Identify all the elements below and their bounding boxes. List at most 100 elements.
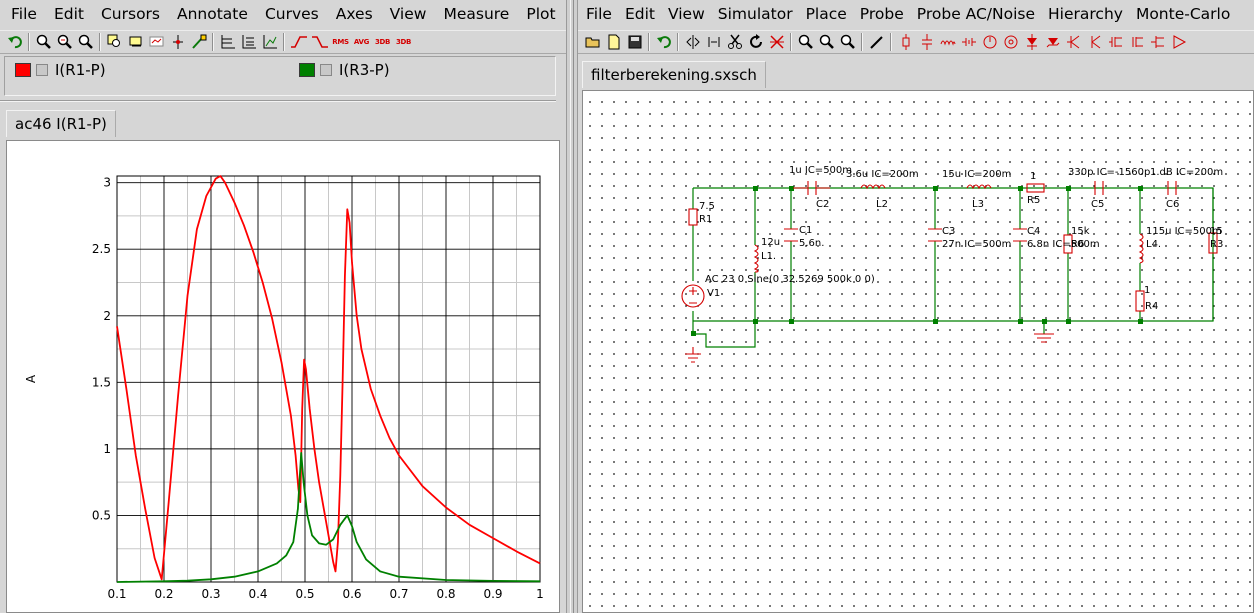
flip-icon[interactable] bbox=[703, 32, 724, 52]
rotate-icon[interactable] bbox=[745, 32, 766, 52]
menu-probe[interactable]: Probe bbox=[852, 0, 909, 28]
capacitor-c3[interactable] bbox=[928, 228, 942, 242]
menu-measure[interactable]: Measure bbox=[432, 0, 515, 28]
menu-hierarchy[interactable]: Hierarchy bbox=[1040, 0, 1128, 28]
place-dc-source-icon[interactable] bbox=[958, 32, 979, 52]
place-resistor-icon[interactable] bbox=[895, 32, 916, 52]
menu-file[interactable]: File bbox=[0, 0, 43, 28]
place-npn-icon[interactable] bbox=[1063, 32, 1084, 52]
component-labels: 7.5 R1 AC 23 0 Sine(0 32.5269 500k 0 0) … bbox=[699, 165, 1223, 312]
curve-visible-checkbox[interactable] bbox=[320, 64, 332, 76]
menu-simulator[interactable]: Simulator bbox=[710, 0, 798, 28]
menu-place[interactable]: Place bbox=[798, 0, 852, 28]
place-current-source-icon[interactable] bbox=[1000, 32, 1021, 52]
draw-wire-icon[interactable] bbox=[866, 32, 887, 52]
menu-probe-ac-noise[interactable]: Probe AC/Noise bbox=[909, 0, 1040, 28]
label-ref: R3 bbox=[1210, 239, 1223, 250]
tab-schematic[interactable]: filterberekening.sxsch bbox=[582, 61, 766, 88]
3db-high-button[interactable]: 3DB bbox=[393, 32, 414, 52]
label-ref: R4 bbox=[1145, 301, 1158, 312]
zoom-fit-icon[interactable] bbox=[837, 32, 858, 52]
place-ac-source-icon[interactable] bbox=[979, 32, 1000, 52]
place-nmos-icon[interactable] bbox=[1105, 32, 1126, 52]
mirror-icon[interactable] bbox=[682, 32, 703, 52]
inductor-l4[interactable] bbox=[1138, 233, 1144, 264]
editor-menubar: File Edit View Simulator Place Probe Pro… bbox=[578, 0, 1254, 28]
schematic-drawing: 7.5 R1 AC 23 0 Sine(0 32.5269 500k 0 0) … bbox=[681, 165, 1223, 363]
zoom-in-icon[interactable] bbox=[795, 32, 816, 52]
menu-edit[interactable]: Edit bbox=[43, 0, 90, 28]
place-zener-icon[interactable] bbox=[1042, 32, 1063, 52]
resistor-r4[interactable] bbox=[1135, 290, 1145, 312]
menu-view[interactable]: View bbox=[379, 0, 433, 28]
place-inductor-icon[interactable] bbox=[937, 32, 958, 52]
y-tick-label: 2.5 bbox=[92, 242, 111, 256]
delete-wire-icon[interactable] bbox=[766, 32, 787, 52]
pan-icon[interactable] bbox=[125, 32, 146, 52]
zoom-out-icon[interactable] bbox=[54, 32, 75, 52]
probe-icon[interactable] bbox=[188, 32, 209, 52]
legend-label: I(R3-P) bbox=[339, 61, 390, 79]
curve-visible-checkbox[interactable] bbox=[36, 64, 48, 76]
menu-monte-carlo[interactable]: Monte-Carlo bbox=[1128, 0, 1235, 28]
cursor-add-icon[interactable] bbox=[167, 32, 188, 52]
menu-edit[interactable]: Edit bbox=[617, 0, 660, 28]
axis-grid-icon[interactable] bbox=[217, 32, 238, 52]
3db-low-button[interactable]: 3DB bbox=[372, 32, 393, 52]
schematic-canvas[interactable]: 7.5 R1 AC 23 0 Sine(0 32.5269 500k 0 0) … bbox=[582, 90, 1254, 613]
menu-view[interactable]: View bbox=[660, 0, 710, 28]
x-tick-label: 0.8 bbox=[436, 587, 455, 601]
legend-divider[interactable] bbox=[0, 100, 556, 102]
avg-button[interactable]: AVG bbox=[351, 32, 372, 52]
place-capacitor-icon[interactable] bbox=[916, 32, 937, 52]
legend-entry-r1[interactable]: I(R1-P) bbox=[15, 61, 106, 79]
axis-log-icon[interactable] bbox=[238, 32, 259, 52]
zoom-box-icon[interactable] bbox=[104, 32, 125, 52]
axis-auto-icon[interactable] bbox=[259, 32, 280, 52]
legend-entry-r3[interactable]: I(R3-P) bbox=[299, 61, 390, 79]
rms-button[interactable]: RMS bbox=[330, 32, 351, 52]
splitter-grip[interactable] bbox=[570, 0, 574, 613]
resistor-r1[interactable] bbox=[688, 208, 698, 226]
save-icon[interactable] bbox=[624, 32, 645, 52]
x-tick-label: 0.6 bbox=[342, 587, 361, 601]
menu-curves[interactable]: Curves bbox=[254, 0, 325, 28]
curve-color-swatch[interactable] bbox=[15, 63, 31, 77]
menu-cursors[interactable]: Cursors bbox=[90, 0, 166, 28]
toolbar-separator bbox=[890, 33, 892, 51]
menu-file[interactable]: File bbox=[578, 0, 617, 28]
wires[interactable] bbox=[692, 187, 1214, 348]
zoom-out-icon[interactable] bbox=[816, 32, 837, 52]
components[interactable] bbox=[681, 181, 1218, 363]
label-ref: C5 bbox=[1091, 199, 1104, 210]
place-diode-icon[interactable] bbox=[1021, 32, 1042, 52]
undo-icon[interactable] bbox=[653, 32, 674, 52]
place-opamp-icon[interactable] bbox=[1168, 32, 1189, 52]
capacitor-c1[interactable] bbox=[784, 228, 798, 242]
menu-plot[interactable]: Plot bbox=[515, 0, 561, 28]
place-pmos-icon[interactable] bbox=[1126, 32, 1147, 52]
place-pnp-icon[interactable] bbox=[1084, 32, 1105, 52]
new-file-icon[interactable] bbox=[603, 32, 624, 52]
annotation-icon[interactable] bbox=[146, 32, 167, 52]
place-jfet-icon[interactable] bbox=[1147, 32, 1168, 52]
pane-splitter[interactable] bbox=[566, 0, 578, 613]
fall-time-icon[interactable] bbox=[309, 32, 330, 52]
rise-time-icon[interactable] bbox=[288, 32, 309, 52]
menu-axes[interactable]: Axes bbox=[325, 0, 379, 28]
label-value: 330p IC=-1560p bbox=[1068, 167, 1150, 178]
inductor-l1[interactable] bbox=[753, 244, 759, 273]
label-value: 15 bbox=[1210, 226, 1223, 237]
open-folder-icon[interactable] bbox=[582, 32, 603, 52]
label-ref: L3 bbox=[972, 199, 984, 210]
cut-icon[interactable] bbox=[724, 32, 745, 52]
toolbar-separator bbox=[677, 33, 679, 51]
tab-plot[interactable]: ac46 I(R1-P) bbox=[6, 110, 116, 137]
zoom-in-icon[interactable] bbox=[33, 32, 54, 52]
zoom-fit-icon[interactable] bbox=[75, 32, 96, 52]
curve-color-swatch[interactable] bbox=[299, 63, 315, 77]
plot-area[interactable]: 0.1 0.2 0.3 0.4 0.5 0.6 0.7 0.8 0.9 1 0.5 1 1.5 2 2.5 3… bbox=[6, 140, 560, 613]
menu-annotate[interactable]: Annotate bbox=[166, 0, 254, 28]
undo-icon[interactable] bbox=[4, 32, 25, 52]
capacitor-c4[interactable] bbox=[1013, 228, 1027, 242]
